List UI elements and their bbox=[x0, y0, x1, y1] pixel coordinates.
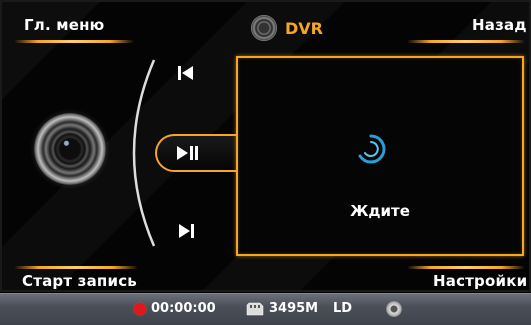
sd-card-icon bbox=[246, 302, 264, 315]
back-button[interactable]: Назад bbox=[472, 16, 527, 34]
skip-previous-icon bbox=[178, 66, 193, 80]
storage-info: 3495M bbox=[246, 301, 318, 316]
quality-label: LD bbox=[333, 301, 353, 316]
play-pause-icon bbox=[177, 146, 198, 160]
quality-indicator: LD bbox=[333, 301, 352, 316]
main-menu-button[interactable]: Гл. меню bbox=[24, 16, 104, 34]
camera-lens-image bbox=[34, 113, 106, 185]
camera-lens-icon bbox=[251, 15, 277, 41]
page-title: DVR bbox=[285, 18, 323, 38]
record-time: 00:00:00 bbox=[151, 301, 216, 316]
settings-button[interactable]: Настройки bbox=[433, 272, 527, 290]
prev-button[interactable] bbox=[176, 64, 196, 86]
status-bar: 00:00:00 3495M LD bbox=[0, 293, 531, 325]
start-record-button[interactable]: Старт запись bbox=[22, 272, 137, 290]
main-menu-underline bbox=[14, 40, 134, 43]
camera-status-icon bbox=[386, 301, 402, 317]
settings-underline bbox=[407, 266, 525, 269]
loading-spinner-icon bbox=[358, 134, 386, 164]
back-underline bbox=[407, 40, 525, 43]
record-indicator-icon bbox=[134, 302, 146, 315]
storage-free: 3495M bbox=[269, 301, 319, 316]
page-header: DVR bbox=[251, 14, 323, 42]
next-button[interactable] bbox=[176, 222, 196, 244]
loading-status-text: Ждите bbox=[350, 202, 410, 220]
skip-next-icon bbox=[179, 224, 194, 238]
camera-status bbox=[386, 301, 402, 317]
start-record-underline bbox=[14, 266, 138, 269]
record-timer: 00:00:00 bbox=[134, 301, 216, 316]
play-pause-button[interactable] bbox=[155, 134, 237, 172]
